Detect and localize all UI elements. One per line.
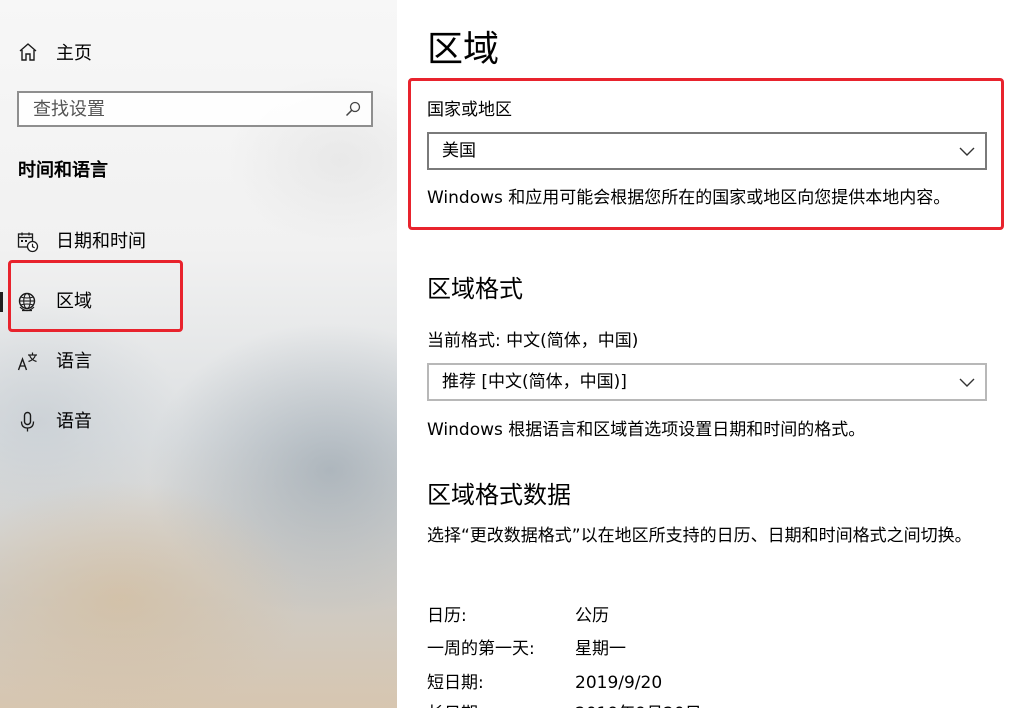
format-row-value: 公历 [575, 606, 609, 626]
sidebar-item-label: 语音 [56, 411, 92, 432]
chevron-down-icon [959, 147, 975, 156]
calendar-clock-icon [17, 232, 39, 253]
sidebar-item-label: 日期和时间 [56, 231, 146, 252]
main-content: 区域 国家或地区 美国 Windows 和应用可能会根据您所在的国家或地区向您提… [397, 0, 1032, 708]
format-row-key: 短日期: [427, 673, 484, 693]
sidebar-item-speech[interactable]: 语音 [0, 400, 397, 444]
format-data-title: 区域格式数据 [427, 481, 571, 509]
country-label: 国家或地区 [427, 100, 512, 120]
globe-icon [18, 292, 36, 312]
search-icon[interactable] [345, 101, 361, 117]
chevron-down-icon [959, 378, 975, 387]
region-format-title: 区域格式 [427, 275, 523, 303]
home-icon [19, 43, 37, 61]
region-format-dropdown-value: 推荐 [中文(简体，中国)] [442, 372, 627, 392]
country-dropdown-value: 美国 [442, 141, 476, 161]
home-label: 主页 [56, 43, 92, 64]
format-row-value: 2019/9/20 [575, 673, 663, 693]
format-row-key: 一周的第一天: [427, 639, 535, 659]
microphone-icon [20, 411, 35, 432]
search-box[interactable] [17, 91, 373, 127]
active-indicator [0, 292, 3, 312]
format-row-key: 日历: [427, 606, 467, 626]
sidebar-item-language[interactable]: 语言 [0, 340, 397, 384]
section-title: 时间和语言 [18, 160, 108, 181]
current-format-label: 当前格式: 中文(简体，中国) [427, 331, 639, 351]
sidebar-item-label: 区域 [56, 291, 92, 312]
sidebar: 主页 时间和语言 日期和时间 [0, 0, 397, 708]
format-row-key: 长日期: [427, 698, 484, 708]
sidebar-item-label: 语言 [56, 351, 92, 372]
format-row-value: 2019年9月20日 [575, 698, 702, 708]
main-scroll-area: 区域 国家或地区 美国 Windows 和应用可能会根据您所在的国家或地区向您提… [397, 0, 1032, 708]
country-dropdown[interactable]: 美国 [427, 132, 987, 170]
country-description: Windows 和应用可能会根据您所在的国家或地区向您提供本地内容。 [427, 188, 951, 208]
language-icon [17, 352, 37, 371]
page-title: 区域 [427, 29, 500, 70]
format-row-value: 星期一 [575, 639, 626, 659]
region-format-dropdown[interactable]: 推荐 [中文(简体，中国)] [427, 363, 987, 401]
sidebar-item-date-time[interactable]: 日期和时间 [0, 220, 397, 264]
format-data-description: 选择“更改数据格式”以在地区所支持的日历、日期和时间格式之间切换。 [427, 526, 972, 546]
home-nav-item[interactable]: 主页 [18, 36, 92, 68]
search-input[interactable] [33, 93, 333, 125]
sidebar-item-region[interactable]: 区域 [0, 280, 397, 324]
region-format-description: Windows 根据语言和区域首选项设置日期和时间的格式。 [427, 420, 866, 440]
